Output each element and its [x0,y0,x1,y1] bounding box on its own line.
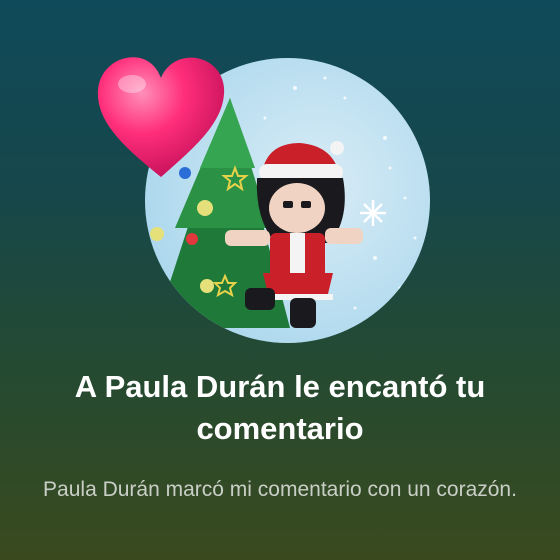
notification-message: Paula Durán marcó mi comentario con un c… [43,478,517,501]
notification-title: A Paula Durán le encantó tu comentario [74,369,486,446]
heart-icon [94,52,229,182]
